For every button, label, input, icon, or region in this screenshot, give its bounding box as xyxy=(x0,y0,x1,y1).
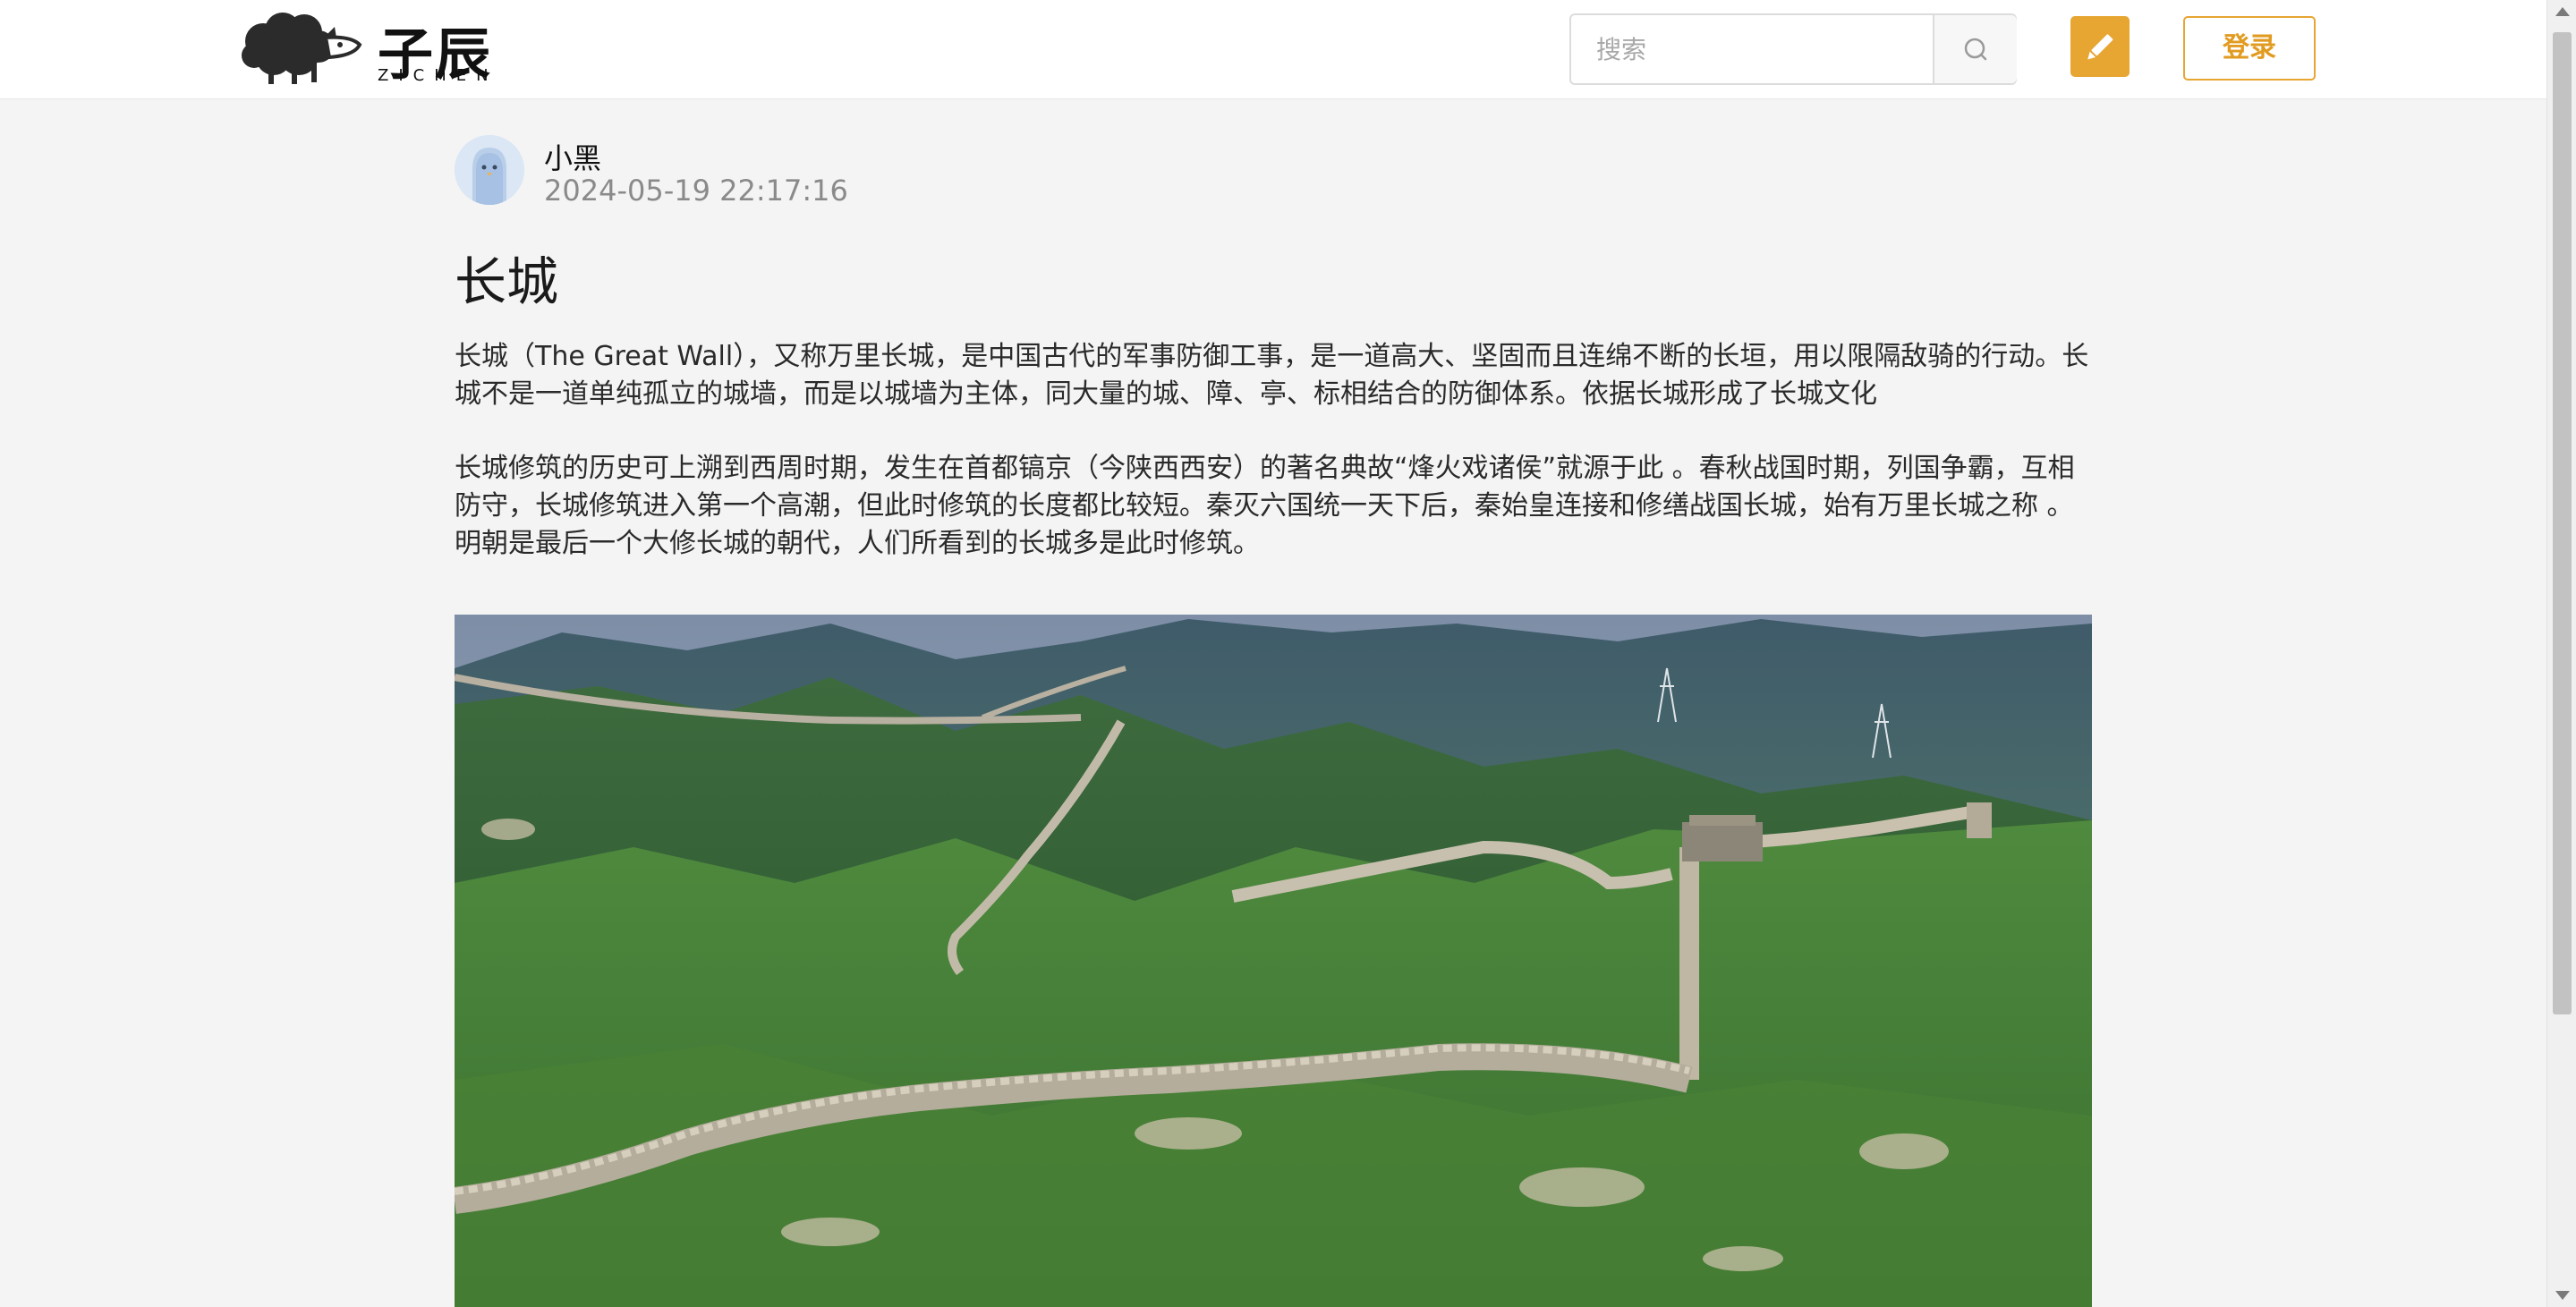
search-input[interactable] xyxy=(1571,15,1933,83)
post-image xyxy=(455,615,2092,1307)
ghost-avatar-icon xyxy=(455,135,524,205)
author-avatar[interactable] xyxy=(455,135,524,205)
author-name[interactable]: 小黑 xyxy=(544,136,601,177)
write-post-button[interactable] xyxy=(2070,16,2130,77)
pencil-icon xyxy=(2087,34,2113,60)
post-title: 长城 xyxy=(455,251,559,312)
scrollbar-thumb[interactable] xyxy=(2553,32,2572,1014)
search-icon xyxy=(1964,38,1987,61)
post-timestamp: 2024-05-19 22:17:16 xyxy=(544,174,848,208)
great-wall-landscape-image xyxy=(455,615,2092,1307)
login-button[interactable]: 登录 xyxy=(2183,16,2316,81)
search-button[interactable] xyxy=(1933,15,2017,83)
sheep-logo-icon xyxy=(242,13,362,84)
post-paragraph: 长城修筑的历史可上溯到西周时期，发生在首都镐京（今陕西西安）的著名典故“烽火戏诸… xyxy=(455,453,2075,559)
post-paragraph: 长城（The Great Wall），又称万里长城，是中国古代的军事防御工事，是… xyxy=(455,341,2089,410)
site-logo[interactable]: 子辰 ZICHEN xyxy=(236,4,505,93)
scroll-down-arrow-icon[interactable] xyxy=(2555,1291,2570,1300)
scroll-up-arrow-icon[interactable] xyxy=(2555,7,2570,16)
logo-subtext: ZICHEN xyxy=(378,66,498,85)
search-box xyxy=(1569,13,2017,85)
top-header: 子辰 ZICHEN 登录 xyxy=(0,0,2546,99)
page-scrollbar[interactable] xyxy=(2546,0,2576,1307)
